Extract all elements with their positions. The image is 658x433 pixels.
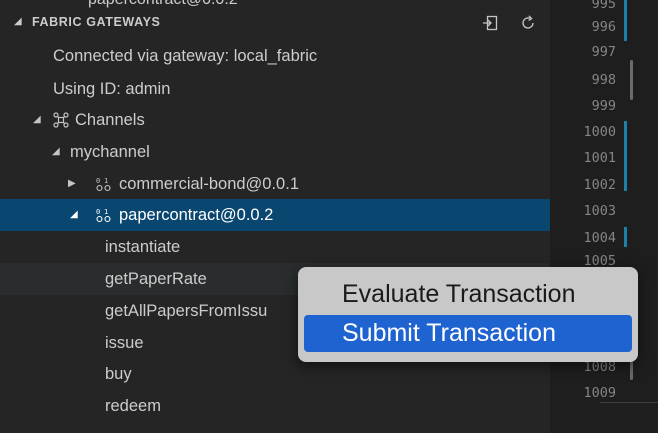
smart-contract-icon: 0 1 [96,208,111,223]
transaction-item-buy[interactable]: buy [0,358,550,390]
context-menu: Evaluate Transaction Submit Transaction [298,267,638,362]
channel-row[interactable]: ◢ mychannel [0,136,550,168]
contract-row-selected[interactable]: ◢ 0 1 papercontract@0.0.2 [0,199,550,231]
transaction-label: redeem [105,397,161,415]
refresh-icon[interactable] [519,14,537,32]
transaction-item-redeem[interactable]: redeem [0,390,550,422]
code-bracket-fragment [630,360,633,380]
line-number: 998 [591,72,616,88]
connection-status-row[interactable]: Connected via gateway: local_fabric [0,40,550,72]
collapse-caret-icon[interactable]: ◢ [14,16,22,27]
connection-status-label: Connected via gateway: local_fabric [53,47,318,65]
line-number: 996 [591,19,616,35]
svg-text:0: 0 [96,208,100,216]
svg-text:0: 0 [96,177,100,185]
line-number: 999 [591,98,616,114]
editor-gutter: 995 996 997 998 999 1000 1001 1002 1003 … [550,0,658,433]
contract-label: papercontract@0.0.2 [119,206,274,224]
channels-row[interactable]: ◢ Channels [0,104,550,136]
fabric-gateways-panel: papercontract@0.0.2 ◢ FABRIC GATEWAYS Co… [0,0,550,433]
section-title: FABRIC GATEWAYS [32,15,161,29]
channels-label: Channels [75,111,145,129]
collapsed-twistie-icon[interactable]: ▶ [68,168,76,200]
transaction-label: instantiate [105,238,181,256]
identity-row[interactable]: Using ID: admin [0,73,550,105]
submit-transaction-menu-item[interactable]: Submit Transaction [304,315,632,352]
contract-row[interactable]: ▶ 0 1 commercial-bond@0.0.1 [0,168,550,200]
editor-divider [600,402,658,403]
transaction-item-instantiate[interactable]: instantiate [0,231,550,263]
line-number: 997 [591,44,616,60]
code-bracket-fragment [630,60,633,100]
section-header[interactable]: ◢ FABRIC GATEWAYS [0,8,550,38]
identity-label: Using ID: admin [53,80,171,98]
svg-text:1: 1 [104,177,108,185]
expanded-twistie-icon[interactable]: ◢ [70,199,78,231]
transaction-label: getAllPapersFromIssu [105,302,268,320]
transaction-label: getPaperRate [105,270,207,288]
git-change-marker [624,227,627,247]
transaction-label: buy [105,365,132,383]
line-number: 1002 [583,177,616,193]
line-number: 1001 [583,150,616,166]
evaluate-transaction-menu-item[interactable]: Evaluate Transaction [304,276,632,313]
channel-label: mychannel [70,143,150,161]
line-number: 1003 [583,203,616,219]
svg-text:1: 1 [104,208,108,216]
disconnect-icon[interactable] [481,14,499,32]
git-change-marker [624,121,627,191]
git-change-marker [624,0,627,41]
contract-label: commercial-bond@0.0.1 [119,175,299,193]
transaction-label: issue [105,334,144,352]
line-number: 1000 [583,124,616,140]
expanded-twistie-icon[interactable]: ◢ [52,136,60,168]
channels-icon [53,112,69,128]
expanded-twistie-icon[interactable]: ◢ [33,104,41,136]
smart-contract-icon: 0 1 [96,177,111,192]
